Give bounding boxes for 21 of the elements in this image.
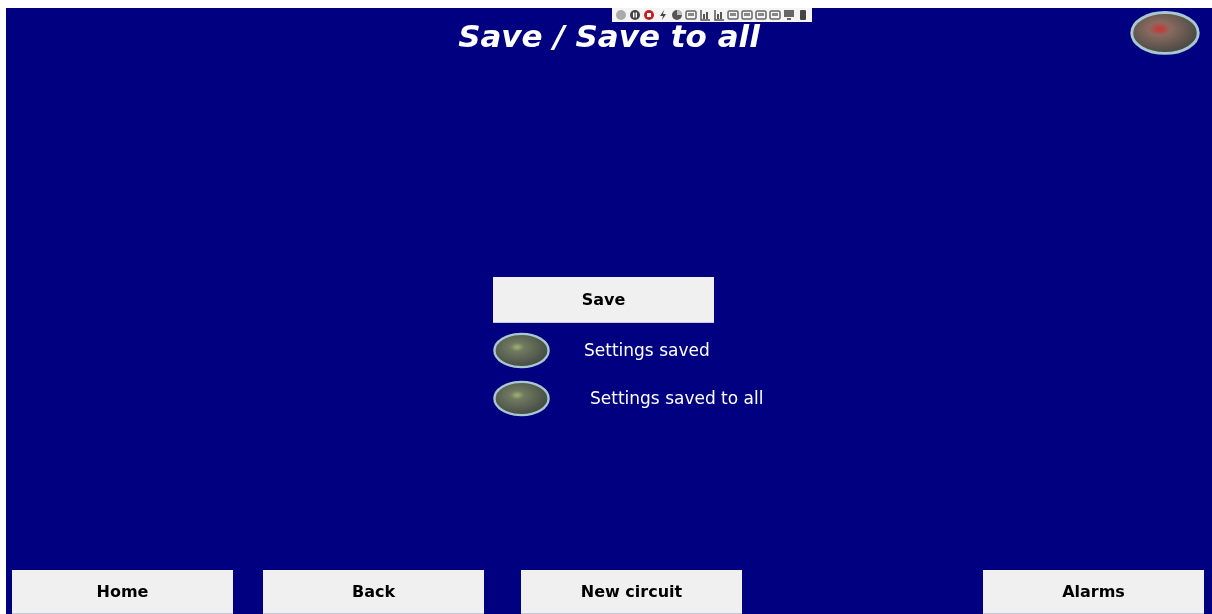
save-button[interactable]: Save — [493, 277, 714, 323]
bolt-icon[interactable] — [657, 9, 669, 21]
window-icon[interactable] — [727, 9, 739, 21]
window-icon[interactable] — [685, 9, 697, 21]
window-icon[interactable] — [769, 9, 781, 21]
nav-button[interactable]: Back — [263, 570, 484, 614]
indicator-label: Settings saved — [584, 340, 710, 360]
pause-icon[interactable] — [629, 9, 641, 21]
phone-icon[interactable] — [797, 9, 809, 21]
nav-button[interactable]: Alarms — [983, 570, 1204, 614]
nav-button[interactable]: Home — [12, 570, 233, 614]
monitor-icon[interactable] — [783, 9, 795, 21]
nav-button[interactable]: New circuit — [521, 570, 742, 614]
chart-icon[interactable] — [699, 9, 711, 21]
indicator-label: Settings saved to all — [590, 388, 764, 408]
window-icon[interactable] — [741, 9, 753, 21]
window-icon[interactable] — [755, 9, 767, 21]
chart-icon[interactable] — [713, 9, 725, 21]
pie-icon[interactable] — [671, 9, 683, 21]
stop-icon[interactable] — [643, 9, 655, 21]
screen-title: Save / Save to all — [458, 18, 760, 54]
